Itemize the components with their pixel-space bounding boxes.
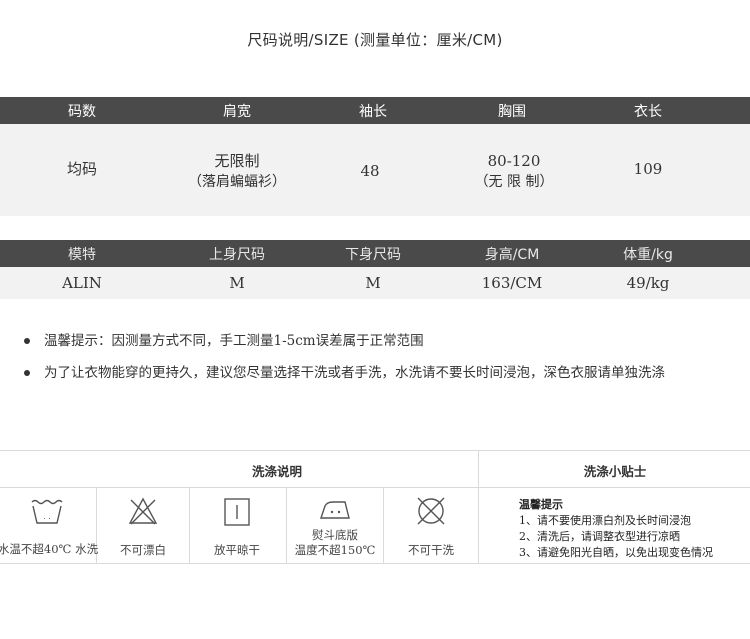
bullet-icon bbox=[24, 338, 30, 344]
header-sleeve: 袖长 bbox=[359, 104, 387, 120]
page-title: 尺码说明/SIZE (测量单位：厘米/CM) bbox=[247, 31, 503, 49]
header-size: 码数 bbox=[68, 104, 96, 120]
tip-line: 3、请避免阳光自晒，以免出现变色情况 bbox=[519, 546, 713, 559]
tips-title: 温馨提示 bbox=[519, 498, 563, 511]
divider bbox=[0, 487, 750, 488]
header-chest: 胸围 bbox=[498, 104, 526, 120]
divider bbox=[286, 487, 287, 564]
header-weight: 体重/kg bbox=[623, 247, 673, 263]
model-height: 163/CM bbox=[481, 274, 543, 292]
header-shoulder: 肩宽 bbox=[223, 104, 251, 120]
header-model: 模特 bbox=[68, 247, 96, 263]
sleeve-value: 48 bbox=[360, 162, 380, 180]
no-dry-clean-icon bbox=[417, 497, 445, 525]
model-table-row: ALIN M M 163/CM 49/kg bbox=[0, 267, 750, 299]
divider bbox=[0, 450, 750, 451]
dry-label: 放平晾干 bbox=[214, 543, 260, 557]
notes-list: 温馨提示：因测量方式不同，手工测量1-5cm误差属于正常范围 为了让衣物能穿的更… bbox=[24, 330, 744, 394]
note-text: 为了让衣物能穿的更持久，建议您尽量选择干洗或者手洗，水洗请不要长时间浸泡，深色衣… bbox=[44, 365, 665, 381]
model-name: ALIN bbox=[62, 274, 102, 292]
svg-text:. .: . . bbox=[43, 512, 51, 521]
bullet-icon bbox=[24, 370, 30, 376]
shoulder-value: 无限制 bbox=[214, 152, 260, 170]
length-value: 109 bbox=[633, 160, 663, 178]
divider bbox=[189, 487, 190, 564]
no-bleach-icon bbox=[128, 497, 158, 525]
wash-header: 洗涤说明 bbox=[251, 464, 303, 479]
header-height: 身高/CM bbox=[484, 247, 540, 263]
wash-tub-icon: . . bbox=[31, 499, 63, 524]
bleach-label: 不可漂白 bbox=[120, 543, 166, 557]
divider bbox=[383, 487, 384, 564]
chest-note: （无 限 制） bbox=[474, 174, 554, 190]
header-bottom-size: 下身尺码 bbox=[345, 247, 401, 263]
divider bbox=[0, 563, 750, 564]
model-weight: 49/kg bbox=[626, 274, 670, 292]
list-item: 温馨提示：因测量方式不同，手工测量1-5cm误差属于正常范围 bbox=[24, 330, 744, 362]
note-text: 温馨提示：因测量方式不同，手工测量1-5cm误差属于正常范围 bbox=[44, 333, 424, 349]
model-top-size: M bbox=[229, 274, 245, 292]
dry-clean-label: 不可干洗 bbox=[408, 543, 454, 557]
model-table-header: 模特 上身尺码 下身尺码 身高/CM 体重/kg bbox=[0, 240, 750, 267]
wash-label: 水温不超40℃ 水洗 bbox=[0, 542, 99, 556]
flat-dry-icon bbox=[224, 498, 250, 526]
iron-label: 熨斗底版 bbox=[312, 528, 358, 542]
divider bbox=[478, 450, 479, 564]
wash-table: 洗涤说明 洗涤小贴士 . . 水温不超40℃ 水洗 不可漂白 放平晾干 熨斗底版… bbox=[0, 450, 750, 564]
wash-tips: 温馨提示 1、请不要使用漂白剂及长时间浸泡 2、清洗后，请调整衣型进行凉晒 3、… bbox=[519, 497, 713, 561]
size-table-header: 码数 肩宽 袖长 胸围 衣长 bbox=[0, 97, 750, 124]
header-length: 衣长 bbox=[634, 104, 662, 120]
tips-header: 洗涤小贴士 bbox=[583, 464, 647, 479]
tip-line: 2、清洗后，请调整衣型进行凉晒 bbox=[519, 530, 680, 543]
iron-temp-label: 温度不超150℃ bbox=[294, 543, 376, 557]
shoulder-note: （落肩蝙蝠衫） bbox=[188, 174, 286, 190]
model-bottom-size: M bbox=[365, 274, 381, 292]
chest-value: 80-120 bbox=[487, 152, 541, 170]
tip-line: 1、请不要使用漂白剂及长时间浸泡 bbox=[519, 514, 691, 527]
size-table-row: 均码 无限制 （落肩蝙蝠衫） 48 80-120 （无 限 制） 109 bbox=[0, 124, 750, 216]
header-top-size: 上身尺码 bbox=[209, 247, 265, 263]
list-item: 为了让衣物能穿的更持久，建议您尽量选择干洗或者手洗，水洗请不要长时间浸泡，深色衣… bbox=[24, 362, 744, 394]
iron-icon bbox=[320, 501, 350, 519]
size-value: 均码 bbox=[66, 160, 98, 178]
